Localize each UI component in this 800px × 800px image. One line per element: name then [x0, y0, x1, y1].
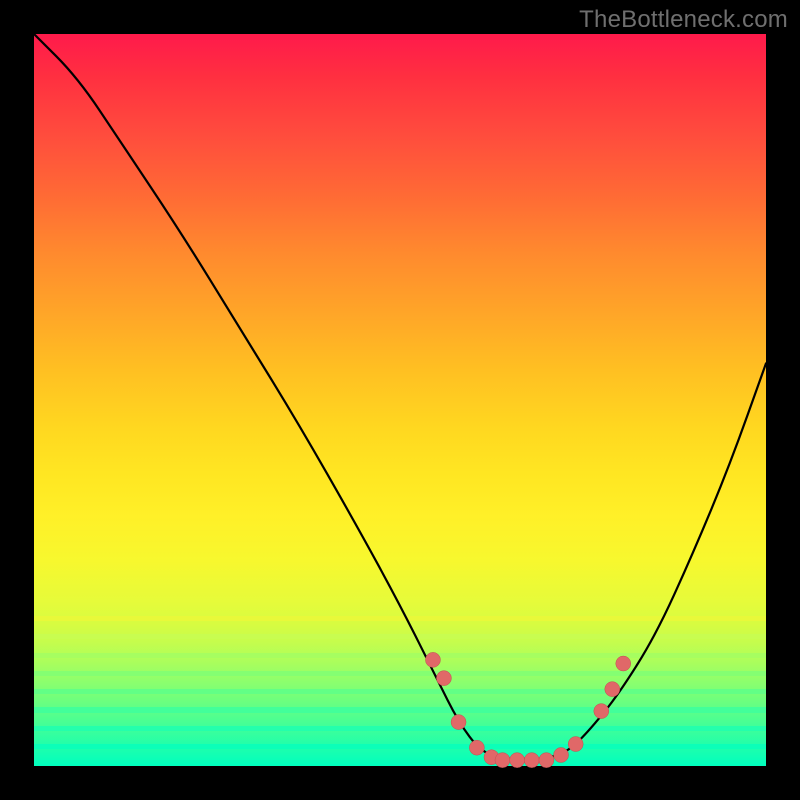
data-marker — [425, 652, 440, 667]
data-marker — [524, 753, 539, 768]
data-marker — [568, 737, 583, 752]
data-marker — [605, 682, 620, 697]
data-marker — [616, 656, 631, 671]
data-marker — [436, 671, 451, 686]
chart-frame: TheBottleneck.com — [0, 0, 800, 800]
marker-group — [425, 652, 630, 767]
bottleneck-curve — [34, 34, 766, 759]
data-marker — [510, 753, 525, 768]
data-marker — [495, 753, 510, 768]
data-marker — [451, 715, 466, 730]
data-marker — [469, 740, 484, 755]
watermark-text: TheBottleneck.com — [579, 6, 788, 34]
curve-svg — [34, 34, 766, 766]
data-marker — [594, 704, 609, 719]
data-marker — [554, 748, 569, 763]
data-marker — [539, 753, 554, 768]
